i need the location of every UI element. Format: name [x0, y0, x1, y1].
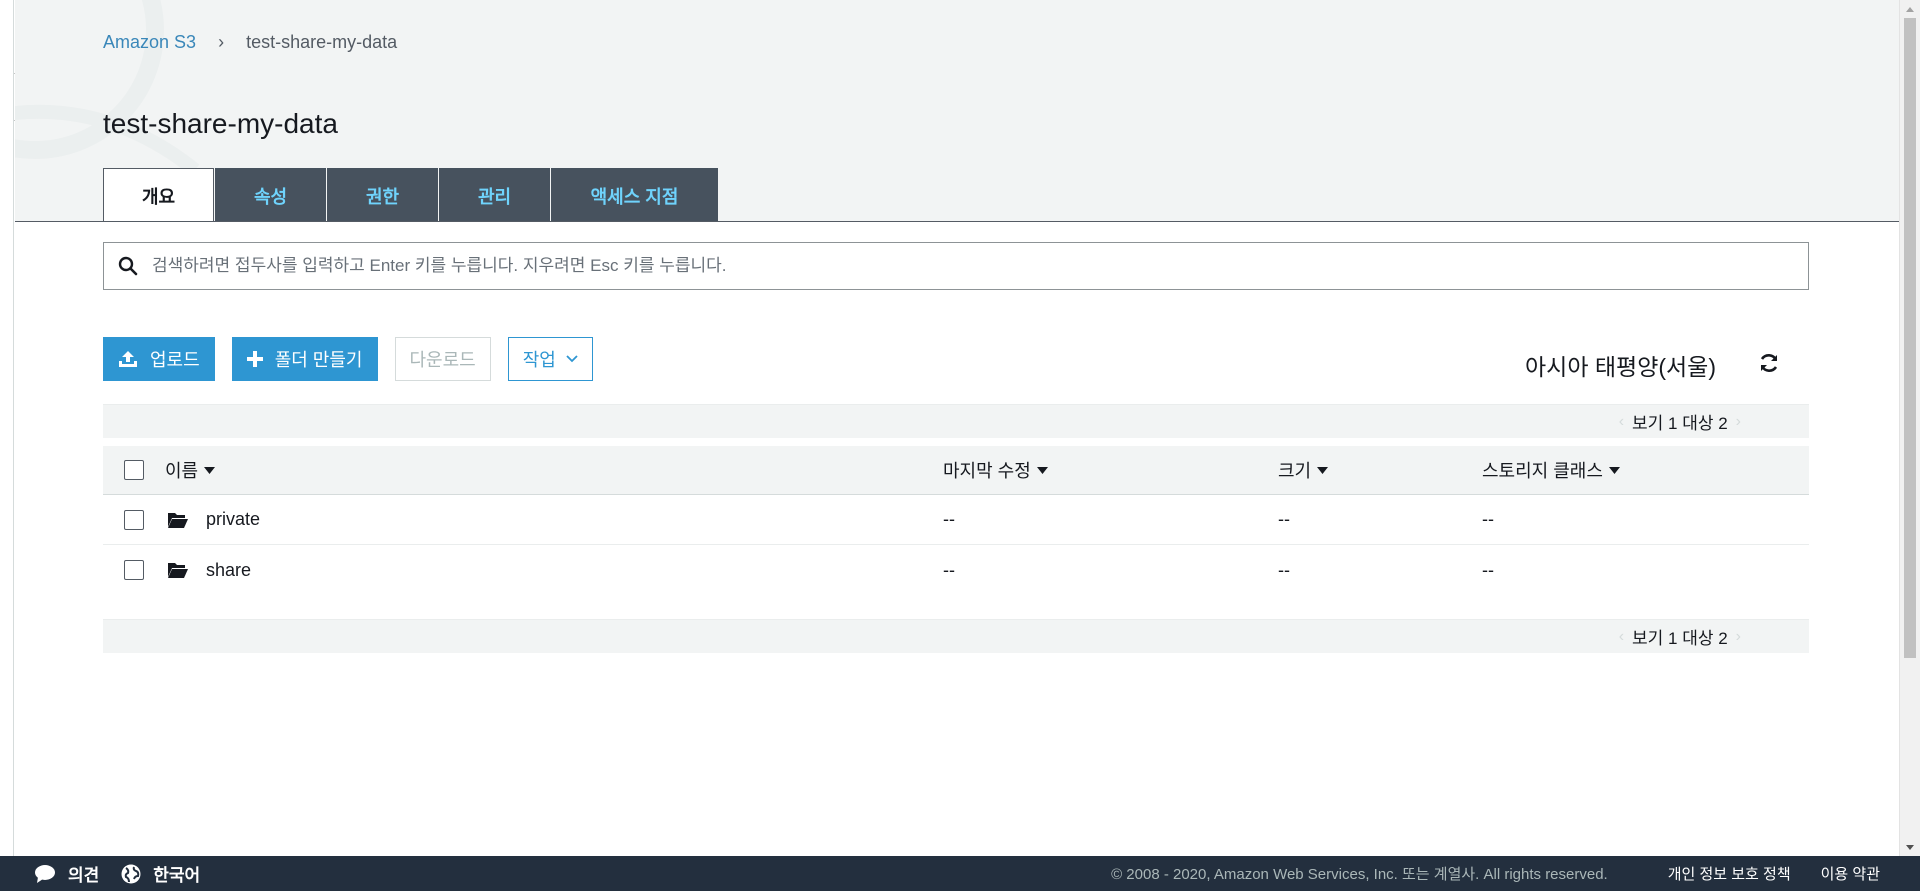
pager-prev-icon[interactable]: ‹: [1619, 413, 1624, 431]
row-size: --: [1278, 509, 1290, 529]
language-selector[interactable]: 한국어: [121, 861, 200, 886]
column-storage-class-label: 스토리지 클래스: [1482, 461, 1603, 481]
toolbar: 업로드 폴더 만들기 다운로드 작업: [103, 337, 610, 381]
row-checkbox[interactable]: [124, 560, 144, 580]
chat-bubble-icon: [34, 864, 56, 884]
sort-size-header[interactable]: 크기: [1278, 457, 1482, 483]
scroll-up-arrow[interactable]: [1900, 0, 1920, 18]
left-nav-gutter: [0, 0, 14, 856]
bucket-tabs: 개요 속성 권한 관리 액세스 지점: [103, 168, 719, 221]
row-name-cell: share: [165, 560, 943, 581]
table-row: share -- -- --: [103, 545, 1809, 595]
column-size-label: 크기: [1278, 461, 1312, 481]
sort-storage-class-header[interactable]: 스토리지 클래스: [1482, 457, 1809, 483]
footer-right: © 2008 - 2020, Amazon Web Services, Inc.…: [1111, 863, 1920, 884]
search-icon: [104, 256, 152, 276]
folder-open-icon: [167, 561, 189, 579]
table-header: 이름 마지막 수정 크기 스토리지 클래스: [103, 446, 1809, 495]
breadcrumb: Amazon S3 › test-share-my-data: [103, 32, 397, 53]
region-label: 아시아 태평양(서울): [1525, 354, 1716, 380]
pager-next-icon[interactable]: ›: [1736, 628, 1741, 646]
search-input[interactable]: [152, 256, 1808, 276]
folder-name-link[interactable]: share: [206, 560, 251, 581]
download-button-label: 다운로드: [409, 350, 476, 370]
globe-icon: [121, 864, 141, 884]
column-storage-class: 스토리지 클래스: [1482, 457, 1809, 483]
page-title: test-share-my-data: [103, 108, 338, 139]
sort-last-modified-header[interactable]: 마지막 수정: [943, 457, 1278, 483]
column-last-modified-label: 마지막 수정: [943, 461, 1031, 481]
language-label: 한국어: [153, 866, 201, 885]
chevron-down-icon: [566, 355, 578, 363]
row-last-modified: --: [943, 559, 955, 580]
column-name: 이름: [165, 457, 943, 483]
sort-caret-icon: [204, 466, 216, 474]
scroll-down-arrow[interactable]: [1900, 838, 1920, 856]
folder-open-icon: [167, 511, 189, 529]
pagination-text: 보기 1 대상 2: [1632, 414, 1728, 433]
create-folder-button[interactable]: 폴더 만들기: [231, 337, 378, 381]
breadcrumb-amazon-s3-link[interactable]: Amazon S3: [103, 32, 196, 53]
pagination-top: ‹ 보기 1 대상 2 ›: [103, 404, 1809, 438]
tab-access-points[interactable]: 액세스 지점: [551, 168, 718, 221]
tab-properties[interactable]: 속성: [215, 168, 326, 221]
select-all-checkbox[interactable]: [124, 460, 144, 480]
copyright-text: © 2008 - 2020, Amazon Web Services, Inc.…: [1111, 866, 1608, 883]
row-name-cell: private: [165, 509, 943, 530]
tab-overview[interactable]: 개요: [103, 168, 214, 221]
pagination-text: 보기 1 대상 2: [1632, 629, 1728, 648]
upload-button[interactable]: 업로드: [103, 337, 215, 381]
row-select-cell: [103, 560, 165, 580]
pagination-bottom: ‹ 보기 1 대상 2 ›: [103, 619, 1809, 653]
column-name-label: 이름: [165, 461, 199, 481]
pager-prev-icon[interactable]: ‹: [1619, 628, 1624, 646]
feedback-button[interactable]: 의견: [34, 861, 99, 886]
scrollbar-thumb[interactable]: [1904, 18, 1916, 658]
sort-name-header[interactable]: 이름: [165, 457, 216, 483]
refresh-icon[interactable]: [1758, 352, 1780, 374]
row-storage-class: --: [1482, 559, 1494, 580]
privacy-policy-link[interactable]: 개인 정보 보호 정책: [1668, 863, 1791, 884]
row-checkbox[interactable]: [124, 509, 144, 530]
footer: 의견 한국어 © 2008 - 2020, Amazon Web Service…: [0, 856, 1920, 891]
upload-button-label: 업로드: [150, 350, 200, 370]
select-all-cell: [103, 460, 165, 480]
vertical-scrollbar[interactable]: [1899, 0, 1920, 856]
row-last-modified: --: [943, 509, 955, 529]
footer-left: 의견 한국어: [0, 861, 222, 886]
search-box: [103, 242, 1809, 290]
breadcrumb-current: test-share-my-data: [246, 32, 398, 52]
row-storage-class: --: [1482, 509, 1494, 529]
pager-next-icon[interactable]: ›: [1736, 413, 1741, 431]
page-header: Amazon S3 › test-share-my-data test-shar…: [15, 0, 1899, 222]
column-last-modified: 마지막 수정: [943, 457, 1278, 483]
create-folder-button-label: 폴더 만들기: [274, 350, 363, 370]
download-button[interactable]: 다운로드: [394, 337, 491, 381]
actions-dropdown-label: 작업: [522, 350, 556, 370]
plus-icon: [246, 351, 263, 367]
sort-caret-icon: [1608, 466, 1620, 474]
folder-name-link[interactable]: private: [206, 509, 260, 530]
terms-link[interactable]: 이용 약관: [1821, 863, 1880, 884]
tab-management[interactable]: 관리: [439, 168, 550, 221]
column-size: 크기: [1278, 457, 1482, 483]
breadcrumb-separator: ›: [218, 32, 225, 52]
feedback-label: 의견: [68, 866, 100, 885]
row-select-cell: [103, 509, 165, 530]
table-row: private -- -- --: [103, 495, 1809, 545]
actions-dropdown[interactable]: 작업: [507, 337, 593, 381]
sort-caret-icon: [1317, 466, 1329, 474]
sort-caret-icon: [1036, 466, 1048, 474]
row-size: --: [1278, 559, 1290, 580]
tab-permissions[interactable]: 권한: [327, 168, 438, 221]
upload-icon: [118, 350, 138, 368]
